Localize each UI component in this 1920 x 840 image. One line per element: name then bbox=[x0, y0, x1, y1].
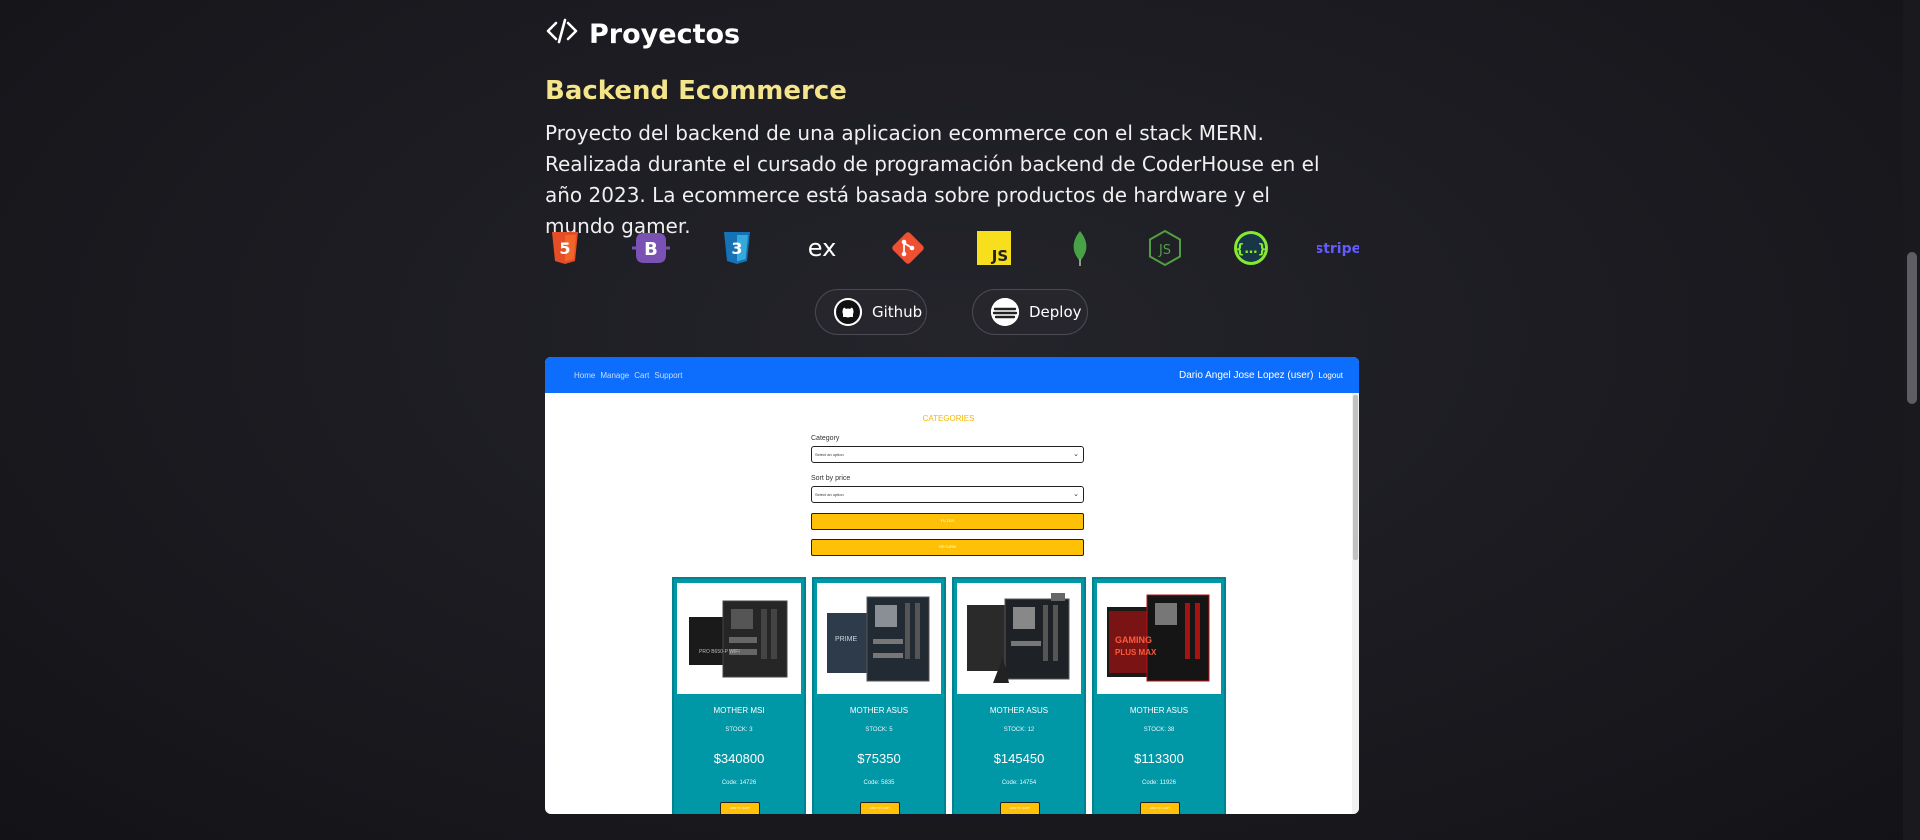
deploy-icon bbox=[991, 298, 1019, 326]
preview-return-button: RETURN bbox=[811, 539, 1084, 556]
bootstrap-icon: B bbox=[631, 228, 671, 268]
preview-product-code: Code: 14726 bbox=[721, 780, 757, 786]
tech-stack: 5 B 3 ex JS JS {…} stripe bbox=[545, 228, 1359, 268]
preview-product-code: Code: 14754 bbox=[1001, 780, 1037, 786]
preview-nav-support: Support bbox=[654, 370, 683, 380]
code-icon bbox=[545, 14, 579, 55]
motherboard-image: PRIME bbox=[817, 583, 941, 694]
scrollbar-thumb[interactable] bbox=[1907, 252, 1917, 404]
preview-product-price: $75350 bbox=[857, 751, 901, 766]
preview-nav-cart: Cart bbox=[634, 370, 650, 380]
preview-product-card: PRIME MOTHER ASUS STOCK: 5 $75350 Code: … bbox=[812, 577, 946, 814]
nodejs-icon: JS bbox=[1145, 228, 1185, 268]
preview-nav-manage: Manage bbox=[600, 370, 630, 380]
preview-product-stock: STOCK: 38 bbox=[1143, 727, 1175, 733]
preview-user-name: Dario Angel Jose Lopez (user) bbox=[1179, 369, 1314, 381]
github-button[interactable]: Github bbox=[815, 289, 927, 335]
project-title: Backend Ecommerce bbox=[545, 76, 847, 106]
preview-product-card: GAMING PLUS MAX MOTHER ASUS STOCK: 38 $11… bbox=[1092, 577, 1226, 814]
chevron-down-icon: ⌄ bbox=[1073, 451, 1079, 458]
svg-text:GAMING: GAMING bbox=[1115, 635, 1152, 645]
svg-text:JS: JS bbox=[991, 247, 1008, 265]
preview-sort-select: Select an option ⌄ bbox=[811, 486, 1084, 503]
svg-text:JS: JS bbox=[1158, 243, 1171, 258]
preview-product-price: $145450 bbox=[993, 751, 1045, 766]
preview-product-card: PRO B650-P WIFI MOTHER MSI STOCK: 3 $340… bbox=[672, 577, 806, 814]
github-button-label: Github bbox=[872, 303, 923, 321]
motherboard-image: PRO B650-P WIFI bbox=[677, 583, 801, 694]
svg-text:{…}: {…} bbox=[1235, 242, 1267, 257]
git-icon bbox=[888, 228, 928, 268]
preview-product-card: MOTHER ASUS STOCK: 12 $145450 Code: 1475… bbox=[952, 577, 1086, 814]
preview-product-name: MOTHER ASUS bbox=[989, 706, 1049, 715]
preview-product-code: Code: 11926 bbox=[1142, 780, 1176, 786]
preview-filter-button: FILTER bbox=[811, 513, 1084, 530]
preview-nav-links: Home Manage Cart Support bbox=[574, 371, 682, 380]
section-title: Proyectos bbox=[589, 19, 741, 50]
preview-category-placeholder: Select an option bbox=[815, 452, 844, 457]
preview-add-to-cart: ADD TO CART bbox=[1000, 802, 1040, 814]
preview-nav-home: Home bbox=[574, 370, 596, 380]
project-screenshot: Home Manage Cart Support Dario Angel Jos… bbox=[545, 357, 1359, 814]
deploy-button-label: Deploy bbox=[1029, 303, 1082, 321]
preview-product-grid: PRO B650-P WIFI MOTHER MSI STOCK: 3 $340… bbox=[672, 577, 1226, 814]
preview-product-name: MOTHER ASUS bbox=[1129, 706, 1189, 715]
preview-product-stock: STOCK: 3 bbox=[725, 727, 753, 733]
preview-sort-label: Sort by price bbox=[811, 475, 851, 482]
css3-icon: 3 bbox=[717, 228, 757, 268]
motherboard-image bbox=[957, 583, 1081, 694]
github-icon bbox=[834, 298, 862, 326]
svg-text:PRIME: PRIME bbox=[835, 636, 858, 643]
page-scrollbar[interactable] bbox=[1903, 0, 1920, 840]
svg-text:PLUS MAX: PLUS MAX bbox=[1115, 648, 1157, 657]
preview-sort-placeholder: Select an option bbox=[815, 492, 844, 497]
svg-text:5: 5 bbox=[559, 239, 570, 258]
project-links: Github Deploy bbox=[815, 289, 1088, 335]
motherboard-image: GAMING PLUS MAX bbox=[1097, 583, 1221, 694]
section-heading: Proyectos bbox=[545, 14, 740, 55]
swagger-icon: {…} bbox=[1231, 228, 1271, 268]
svg-text:stripe: stripe bbox=[1317, 241, 1359, 257]
preview-product-stock: STOCK: 12 bbox=[1003, 727, 1035, 733]
preview-navbar: Home Manage Cart Support Dario Angel Jos… bbox=[545, 357, 1359, 393]
preview-scrollbar bbox=[1352, 393, 1359, 814]
deploy-button[interactable]: Deploy bbox=[972, 289, 1088, 335]
svg-text:PRO B650-P WIFI: PRO B650-P WIFI bbox=[699, 649, 740, 655]
preview-add-to-cart: ADD TO CART bbox=[860, 802, 900, 814]
svg-text:B: B bbox=[644, 239, 658, 260]
project-description: Proyecto del backend de una aplicacion e… bbox=[545, 121, 1320, 238]
chevron-down-icon: ⌄ bbox=[1073, 491, 1079, 498]
svg-text:3: 3 bbox=[731, 239, 742, 258]
preview-user-area: Dario Angel Jose Lopez (user) Logout bbox=[1179, 370, 1343, 381]
express-icon: ex bbox=[802, 228, 842, 268]
mongodb-icon bbox=[1060, 228, 1100, 268]
preview-logout: Logout bbox=[1318, 370, 1343, 380]
preview-product-name: MOTHER ASUS bbox=[849, 706, 909, 715]
preview-add-to-cart: ADD TO CART bbox=[1140, 802, 1180, 814]
preview-add-to-cart: ADD TO CART bbox=[720, 802, 760, 814]
preview-product-price: $340800 bbox=[713, 751, 765, 766]
stripe-icon: stripe bbox=[1317, 228, 1359, 268]
preview-product-price: $113300 bbox=[1134, 751, 1184, 766]
preview-product-code: Code: 5835 bbox=[863, 780, 895, 786]
html5-icon: 5 bbox=[545, 228, 585, 268]
svg-text:ex: ex bbox=[808, 234, 837, 262]
preview-category-label: Category bbox=[811, 435, 840, 442]
preview-product-stock: STOCK: 5 bbox=[865, 727, 893, 733]
javascript-icon: JS bbox=[974, 228, 1014, 268]
preview-product-name: MOTHER MSI bbox=[713, 706, 765, 715]
preview-categories-title: CATEGORIES bbox=[922, 414, 975, 423]
preview-category-select: Select an option ⌄ bbox=[811, 446, 1084, 463]
